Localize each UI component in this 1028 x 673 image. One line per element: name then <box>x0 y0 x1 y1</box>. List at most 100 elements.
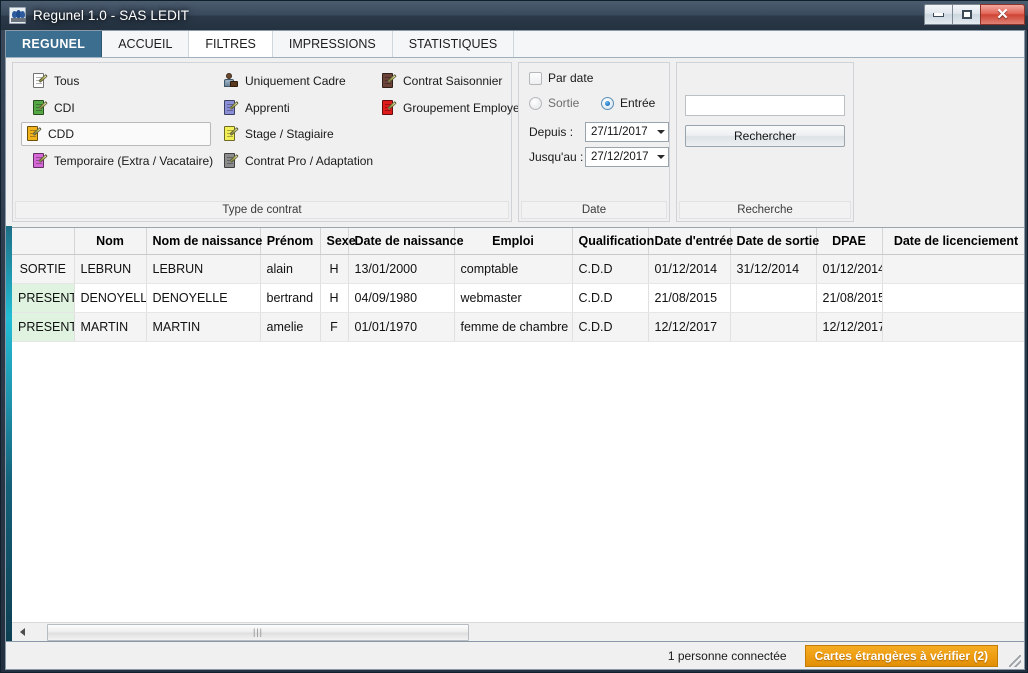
table-row[interactable]: PRESENT MARTIN MARTIN amelie F 01/01/197… <box>12 312 1024 342</box>
filter-cdi[interactable]: CDI <box>27 96 82 120</box>
maximize-icon <box>961 10 972 19</box>
tab-impressions[interactable]: IMPRESSIONS <box>272 31 393 57</box>
connected-users-text: 1 personne connectée <box>667 648 787 663</box>
cell-qualification: C.D.D <box>572 254 649 284</box>
document-pen-icon <box>32 153 48 169</box>
cell-sexe: H <box>320 283 349 313</box>
close-button[interactable]: ✕ <box>980 4 1025 25</box>
date-controls: Par date Sortie Entrée Depuis : 27/11/20… <box>519 63 669 199</box>
filter-contrat-saisonnier[interactable]: Contrat Saisonnier <box>376 69 509 93</box>
tab-regunel[interactable]: REGUNEL <box>6 31 103 57</box>
foreign-cards-badge[interactable]: Cartes étrangères à vérifier (2) <box>804 644 998 667</box>
resize-grip[interactable] <box>1009 655 1021 667</box>
scrollbar-track[interactable]: ||| <box>31 623 1024 641</box>
cell-sexe: F <box>320 312 349 342</box>
col-emploi[interactable]: Emploi <box>454 228 573 255</box>
cell-nom-naissance: LEBRUN <box>146 254 261 284</box>
table-row[interactable]: SORTIE LEBRUN LEBRUN alain H 13/01/2000 … <box>12 254 1024 284</box>
search-group-label: Recherche <box>679 201 851 219</box>
jusquau-date-combo[interactable]: 27/12/2017 <box>585 147 669 167</box>
filter-ribbon: Tous CDI CDD Temporaire (Extra / Vacatai… <box>6 58 1024 226</box>
col-date-sortie[interactable]: Date de sortie <box>730 228 819 255</box>
document-pen-icon <box>32 100 48 116</box>
col-nom[interactable]: Nom <box>74 228 147 255</box>
scrollbar-thumb[interactable]: ||| <box>47 623 469 641</box>
status-bar: 1 personne connectée Cartes étrangères à… <box>5 642 1025 670</box>
document-pen-icon <box>223 153 239 169</box>
filter-apprenti[interactable]: Apprenti <box>218 96 297 120</box>
col-prenom[interactable]: Prénom <box>260 228 321 255</box>
filter-tous[interactable]: Tous <box>27 69 86 93</box>
filter-cdd[interactable]: CDD <box>21 122 211 146</box>
document-pen-icon <box>381 73 397 89</box>
cell-qualification: C.D.D <box>572 283 649 313</box>
cell-status: PRESENT <box>12 283 75 313</box>
cell-date-licenciement <box>882 283 1024 313</box>
filter-label: CDD <box>48 127 74 141</box>
cell-emploi: webmaster <box>454 283 573 313</box>
chevron-down-icon <box>657 130 665 134</box>
depuis-date-combo[interactable]: 27/11/2017 <box>585 122 669 142</box>
cell-prenom: alain <box>260 254 321 284</box>
depuis-label: Depuis : <box>529 125 574 139</box>
filter-temporaire[interactable]: Temporaire (Extra / Vacataire) <box>27 149 220 173</box>
cell-prenom: amelie <box>260 312 321 342</box>
cell-date-naissance: 04/09/1980 <box>348 283 455 313</box>
search-group: Rechercher Recherche <box>676 62 854 222</box>
results-table: Nom Nom de naissance Prénom Sexe Date de… <box>12 228 1024 342</box>
filter-label: Temporaire (Extra / Vacataire) <box>54 154 214 168</box>
cell-dpae: 01/12/2014 <box>816 254 883 284</box>
col-date-licenciement[interactable]: Date de licenciement <box>882 228 1024 255</box>
tab-bar: REGUNEL ACCUEIL FILTRES IMPRESSIONS STAT… <box>6 31 1024 58</box>
filter-uniquement-cadre[interactable]: Uniquement Cadre <box>218 69 353 93</box>
contract-type-group-label: Type de contrat <box>15 201 509 219</box>
scrollbar-grip: ||| <box>252 627 263 637</box>
filter-label: Contrat Pro / Adaptation <box>245 154 374 168</box>
filter-label: Groupement Employeur <box>403 101 531 115</box>
minimize-icon <box>933 12 944 17</box>
horizontal-scrollbar[interactable]: ||| <box>12 622 1024 641</box>
date-group: Par date Sortie Entrée Depuis : 27/11/20… <box>518 62 670 222</box>
tab-statistiques[interactable]: STATISTIQUES <box>392 31 515 57</box>
filter-contrat-pro[interactable]: Contrat Pro / Adaptation <box>218 149 380 173</box>
cell-date-sortie <box>730 283 817 313</box>
app-icon <box>9 7 26 24</box>
cell-qualification: C.D.D <box>572 312 649 342</box>
col-nom-naissance[interactable]: Nom de naissance <box>146 228 262 255</box>
filter-label: Stage / Stagiaire <box>245 127 334 141</box>
document-pen-icon <box>26 126 42 142</box>
col-sexe[interactable]: Sexe <box>320 228 356 255</box>
minimize-button[interactable] <box>924 4 953 25</box>
cell-emploi: femme de chambre <box>454 312 573 342</box>
cell-nom-naissance: MARTIN <box>146 312 261 342</box>
col-status[interactable] <box>12 228 75 255</box>
jusquau-row: Jusqu'au : 27/12/2017 <box>529 147 669 167</box>
search-input[interactable] <box>685 95 845 116</box>
chevron-down-icon <box>657 155 665 159</box>
search-button[interactable]: Rechercher <box>685 125 845 147</box>
par-date-checkbox[interactable]: Par date <box>529 71 593 85</box>
table-header-row: Nom Nom de naissance Prénom Sexe Date de… <box>12 228 1024 255</box>
scroll-left-button[interactable] <box>14 623 31 641</box>
col-qualification[interactable]: Qualification <box>572 228 654 255</box>
radio-entree[interactable]: Entrée <box>601 96 655 110</box>
col-date-entree[interactable]: Date d'entrée <box>648 228 733 255</box>
contract-type-group: Tous CDI CDD Temporaire (Extra / Vacatai… <box>12 62 530 222</box>
radio-sortie[interactable]: Sortie <box>529 96 579 110</box>
filter-stage-stagiaire[interactable]: Stage / Stagiaire <box>218 122 341 146</box>
cell-emploi: comptable <box>454 254 573 284</box>
cell-nom: DENOYELLE <box>74 283 147 313</box>
filter-groupement-employeur[interactable]: Groupement Employeur <box>376 96 537 120</box>
maximize-button[interactable] <box>952 4 981 25</box>
tab-accueil[interactable]: ACCUEIL <box>102 31 190 57</box>
tab-filtres[interactable]: FILTRES <box>189 31 273 57</box>
col-dpae[interactable]: DPAE <box>816 228 883 255</box>
depuis-row: Depuis : 27/11/2017 <box>529 122 669 142</box>
cell-dpae: 21/08/2015 <box>816 283 883 313</box>
filter-label: Tous <box>54 74 80 88</box>
col-date-naissance[interactable]: Date de naissance <box>348 228 464 255</box>
table-row[interactable]: PRESENT DENOYELLE DENOYELLE bertrand H 0… <box>12 283 1024 313</box>
cell-date-sortie <box>730 312 817 342</box>
cell-date-naissance: 13/01/2000 <box>348 254 455 284</box>
cell-date-entree: 01/12/2014 <box>648 254 731 284</box>
